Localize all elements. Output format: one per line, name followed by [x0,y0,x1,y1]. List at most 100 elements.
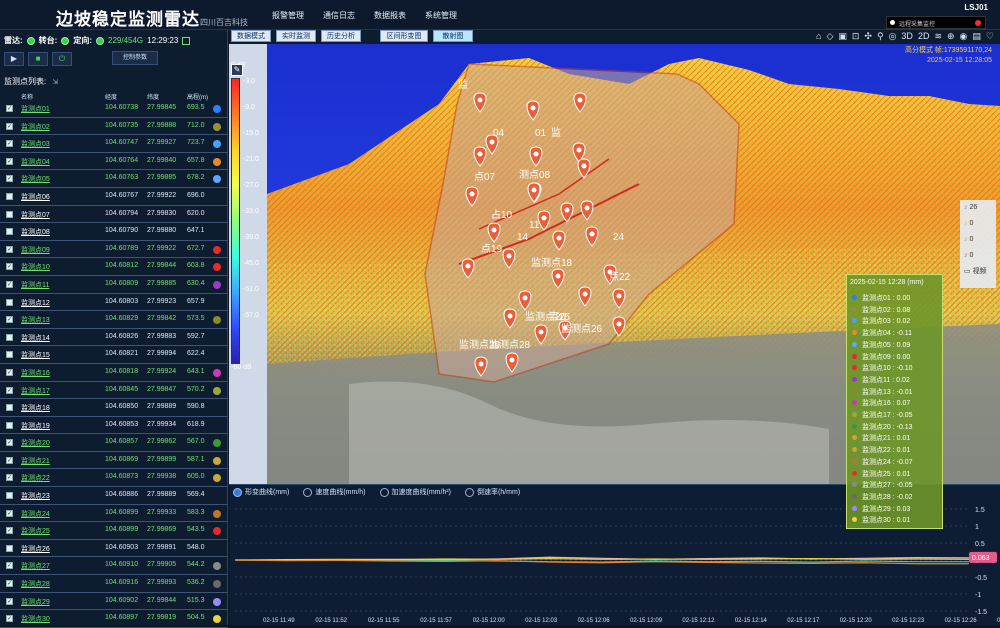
tab-data-mode[interactable]: 数据模式 [231,30,271,42]
list-item[interactable]: 监测点12 104.60803 27.99923 657.9 [0,294,228,312]
list-item[interactable]: 监测点06 104.60767 27.99922 696.0 [0,188,228,206]
color-swatch[interactable] [213,615,221,624]
list-item[interactable]: ✓ 监测点04 104.60764 27.99840 657.8 [0,153,228,171]
point-name[interactable]: 监测点24 [21,509,50,519]
home-icon[interactable]: ⌂ [816,31,821,42]
list-item[interactable]: ✓ 监测点05 104.60763 27.99885 678.2 [0,170,228,188]
row-checkbox[interactable]: ✓ [6,597,13,605]
list-item[interactable]: 监测点07 104.60794 27.99830 620.0 [0,206,228,224]
alarm-count-item[interactable]: ♪ 0 [960,248,996,264]
color-swatch[interactable] [213,386,221,395]
point-name[interactable]: 监测点30 [21,614,50,624]
list-item[interactable]: ✓ 监测点24 104.60899 27.99933 583.3 [0,505,228,523]
row-checkbox[interactable]: ✓ [6,474,13,482]
list-item[interactable]: 监测点08 104.60790 27.99880 647.1 [0,223,228,241]
row-checkbox[interactable] [6,351,13,359]
list-item[interactable]: ✓ 监测点22 104.60873 27.99938 605.0 [0,469,228,488]
menu-comm-log[interactable]: 通信日志 [323,10,374,21]
list-item[interactable]: 监测点18 104.60850 27.99889 590.8 [0,399,228,417]
point-name[interactable]: 监测点13 [21,315,50,325]
point-name[interactable]: 监测点26 [21,544,50,554]
point-name[interactable]: 监测点14 [21,333,50,343]
row-checkbox[interactable]: ✓ [6,439,13,447]
row-checkbox[interactable] [6,210,13,218]
list-item[interactable]: 监测点19 104.60853 27.99934 618.9 [0,417,228,435]
list-item[interactable]: ✓ 监测点13 104.60829 27.99842 573.5 [0,311,228,329]
list-item[interactable]: 监测点14 104.60826 27.99883 592.7 [0,329,228,347]
point-name[interactable]: 监测点17 [21,386,50,396]
alarm-status[interactable]: 远程采集监控 [886,16,986,29]
row-checkbox[interactable] [6,544,13,552]
point-name[interactable]: 监测点02 [21,122,50,132]
alarm-count-item[interactable]: ♪ 0 [960,216,996,232]
list-item[interactable]: ✓ 监测点02 104.60735 27.99888 712.0 [0,118,228,136]
row-checkbox[interactable]: ✓ [6,122,13,130]
export-icon[interactable]: ⇲ [52,78,58,86]
list-item[interactable]: 监测点15 104.60821 27.99894 622.4 [0,346,228,364]
color-swatch[interactable] [213,509,221,518]
tab-interval-deform[interactable]: 区间形变图 [380,30,428,42]
color-swatch[interactable] [213,439,221,448]
point-name[interactable]: 监测点27 [21,561,50,571]
point-name[interactable]: 监测点05 [21,174,50,184]
list-item[interactable]: ✓ 监测点10 104.60812 27.99844 603.8 [0,258,228,276]
list-item[interactable]: ✓ 监测点11 104.60809 27.99885 630.4 [0,276,228,294]
play-button[interactable]: ▶ [4,52,24,66]
list-item[interactable]: 监测点26 104.60903 27.99891 548.0 [0,540,228,558]
row-checkbox[interactable]: ✓ [6,157,13,165]
row-checkbox[interactable] [6,492,13,500]
eye-icon[interactable]: ◉ [960,31,968,42]
row-checkbox[interactable] [6,192,13,200]
row-checkbox[interactable]: ✓ [6,527,13,535]
expand-icon[interactable] [182,36,191,45]
list-item[interactable]: ✓ 监测点21 104.60869 27.99899 587.1 [0,452,228,470]
point-name[interactable]: 监测点19 [21,421,50,431]
list-item[interactable]: 监测点23 104.60886 27.99889 569.4 [0,487,228,505]
control-params-button[interactable]: 控制参数 [112,51,158,65]
point-name[interactable]: 监测点15 [21,350,50,360]
2d-button[interactable]: 2D [918,31,930,42]
row-checkbox[interactable]: ✓ [6,562,13,570]
alarm-count-item[interactable]: ♪ 26 [960,200,996,216]
row-checkbox[interactable]: ✓ [6,140,13,148]
point-name[interactable]: 监测点09 [21,245,50,255]
point-name[interactable]: 监测点29 [21,597,50,607]
list-item[interactable]: ✓ 监测点16 104.60818 27.99924 643.1 [0,364,228,382]
point-name[interactable]: 监测点10 [21,262,50,272]
point-name[interactable]: 监测点23 [21,491,50,501]
list-item[interactable]: ✓ 监测点29 104.60902 27.99844 515.3 [0,593,228,611]
color-swatch[interactable] [213,280,221,289]
stop-button[interactable]: ■ [28,52,48,66]
layers2-icon[interactable]: ≋ [934,31,942,42]
row-checkbox[interactable]: ✓ [6,175,13,183]
list-item[interactable]: ✓ 监测点20 104.60857 27.99862 567.0 [0,434,228,452]
row-checkbox[interactable]: ✓ [6,316,13,324]
point-name[interactable]: 监测点04 [21,157,50,167]
point-name[interactable]: 监测点18 [21,403,50,413]
list-item[interactable]: ✓ 监测点17 104.60845 27.99847 570.2 [0,382,228,400]
tab-realtime[interactable]: 实时监测 [276,30,316,42]
color-swatch[interactable] [213,474,221,483]
color-swatch[interactable] [213,263,221,272]
tab-scatter[interactable]: 散射图 [433,30,473,42]
color-swatch[interactable] [213,122,221,131]
point-name[interactable]: 监测点08 [21,227,50,237]
color-swatch[interactable] [213,140,221,149]
point-name[interactable]: 监测点03 [21,139,50,149]
pin-icon[interactable]: ⚲ [877,31,884,42]
color-swatch[interactable] [213,245,221,254]
point-name[interactable]: 监测点22 [21,473,50,483]
image-icon[interactable]: ▤ [972,31,981,42]
list-item[interactable]: ✓ 监测点25 104.60899 27.99869 543.5 [0,522,228,540]
alarm-count-item[interactable]: ♪ 0 [960,232,996,248]
node-icon[interactable]: ✣ [864,31,872,42]
row-checkbox[interactable] [6,404,13,412]
row-checkbox[interactable] [6,421,13,429]
color-swatch[interactable] [213,105,221,113]
menu-system[interactable]: 系统管理 [425,10,476,21]
color-swatch[interactable] [213,580,221,589]
row-checkbox[interactable]: ✓ [6,509,13,517]
row-checkbox[interactable]: ✓ [6,245,13,253]
menu-alarm[interactable]: 报警管理 [272,10,323,21]
point-name[interactable]: 监测点20 [21,438,50,448]
